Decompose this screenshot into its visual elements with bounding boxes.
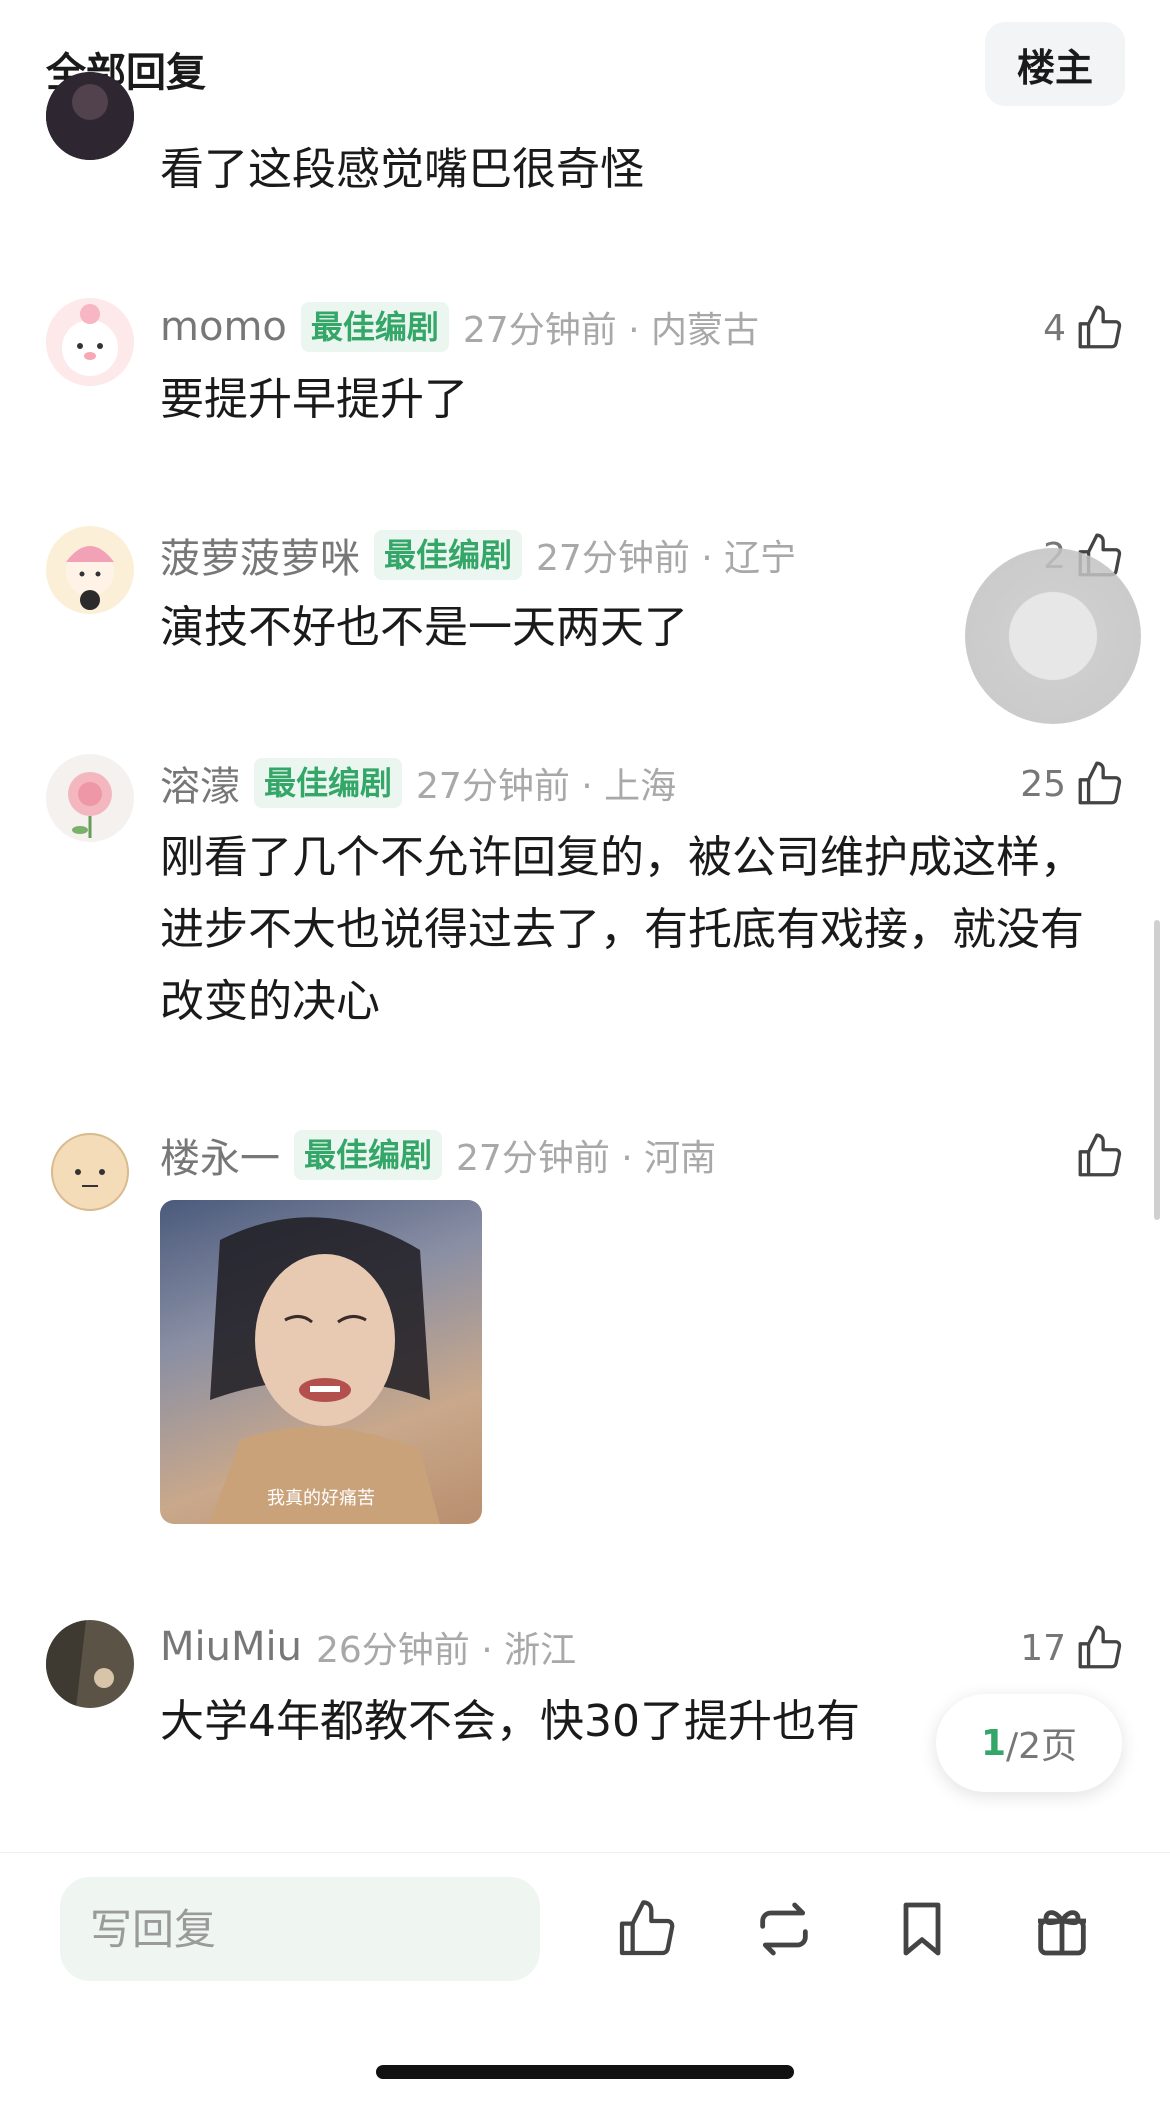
scrollbar[interactable] xyxy=(1154,920,1160,1220)
avatar[interactable] xyxy=(46,754,134,842)
comment-text: 演技不好也不是一天两天了 xyxy=(160,602,688,653)
like-count: 17 xyxy=(1020,1627,1066,1669)
avatar[interactable] xyxy=(46,1620,134,1708)
like-button[interactable] xyxy=(1074,1126,1124,1186)
like-button[interactable]: 17 xyxy=(1020,1618,1124,1678)
best-writer-badge: 最佳编剧 xyxy=(254,758,403,808)
page-total: /2页 xyxy=(1006,1726,1078,1767)
reply-input[interactable] xyxy=(60,1877,540,1981)
comment-time: 26分钟前 · 浙江 xyxy=(315,1630,577,1671)
username[interactable]: momo xyxy=(160,304,287,350)
home-indicator[interactable] xyxy=(376,2065,794,2079)
comment-meta: 溶濛 最佳编剧 27分钟前 · 上海 xyxy=(160,758,677,810)
comment-meta: momo 最佳编剧 27分钟前 · 内蒙古 xyxy=(160,302,759,352)
username[interactable]: 溶濛 xyxy=(160,754,240,812)
header: 全部回复 楼主 xyxy=(0,0,1170,110)
comment-time: 27分钟前 · 辽宁 xyxy=(536,538,797,579)
owner-filter-button[interactable]: 楼主 xyxy=(985,22,1125,106)
thumbs-up-icon xyxy=(1078,1133,1122,1177)
best-writer-badge: 最佳编剧 xyxy=(294,1130,443,1180)
like-button[interactable]: 25 xyxy=(1020,754,1124,814)
thumbs-up-icon xyxy=(1078,305,1122,349)
comment-time: 27分钟前 · 内蒙古 xyxy=(462,310,760,351)
avatar[interactable] xyxy=(46,526,134,614)
bottom-action-bar xyxy=(0,1852,1170,2105)
avatar[interactable] xyxy=(46,72,134,160)
comment-time: 27分钟前 · 河南 xyxy=(456,1138,717,1179)
comment-image[interactable]: 我真的好痛苦 xyxy=(160,1200,482,1524)
image-caption: 我真的好痛苦 xyxy=(267,1488,375,1509)
gift-icon[interactable] xyxy=(1030,1897,1094,1961)
comment-meta: 菠萝菠萝咪 最佳编剧 27分钟前 · 辽宁 xyxy=(160,530,797,582)
like-count: 25 xyxy=(1020,763,1066,805)
comment-meta: MiuMiu 26分钟前 · 浙江 xyxy=(160,1622,576,1672)
comment-text: 要提升早提升了 xyxy=(160,374,468,425)
best-writer-badge: 最佳编剧 xyxy=(300,302,449,352)
username[interactable]: 楼永一 xyxy=(160,1126,280,1184)
username[interactable]: MiuMiu xyxy=(160,1624,302,1670)
bookmark-icon[interactable] xyxy=(890,1897,954,1961)
username[interactable]: 菠萝菠萝咪 xyxy=(160,526,360,584)
like-button[interactable]: 4 xyxy=(1043,298,1124,358)
page-indicator[interactable]: 1 /2页 xyxy=(936,1694,1122,1792)
thumbs-up-icon xyxy=(1078,761,1122,805)
comment-text: 刚看了几个不允许回复的，被公司维护成这样，进步不大也说得过去了，有托底有戏接，就… xyxy=(160,832,1084,1027)
thumbs-up-icon xyxy=(1078,1625,1122,1669)
comment-text: 看了这段感觉嘴巴很奇怪 xyxy=(160,144,644,195)
comment-meta: 楼永一 最佳编剧 27分钟前 · 河南 xyxy=(160,1130,717,1182)
current-page: 1 xyxy=(980,1722,1006,1764)
avatar[interactable] xyxy=(46,298,134,386)
comment-time: 27分钟前 · 上海 xyxy=(416,766,677,807)
repost-icon[interactable] xyxy=(752,1897,816,1961)
thumbs-up-icon[interactable] xyxy=(614,1897,678,1961)
avatar[interactable] xyxy=(46,1128,134,1216)
comment-text: 大学4年都教不会，快30了提升也有 xyxy=(160,1696,860,1747)
floating-touch-button[interactable] xyxy=(965,548,1141,724)
like-count: 4 xyxy=(1043,307,1066,349)
best-writer-badge: 最佳编剧 xyxy=(374,530,523,580)
